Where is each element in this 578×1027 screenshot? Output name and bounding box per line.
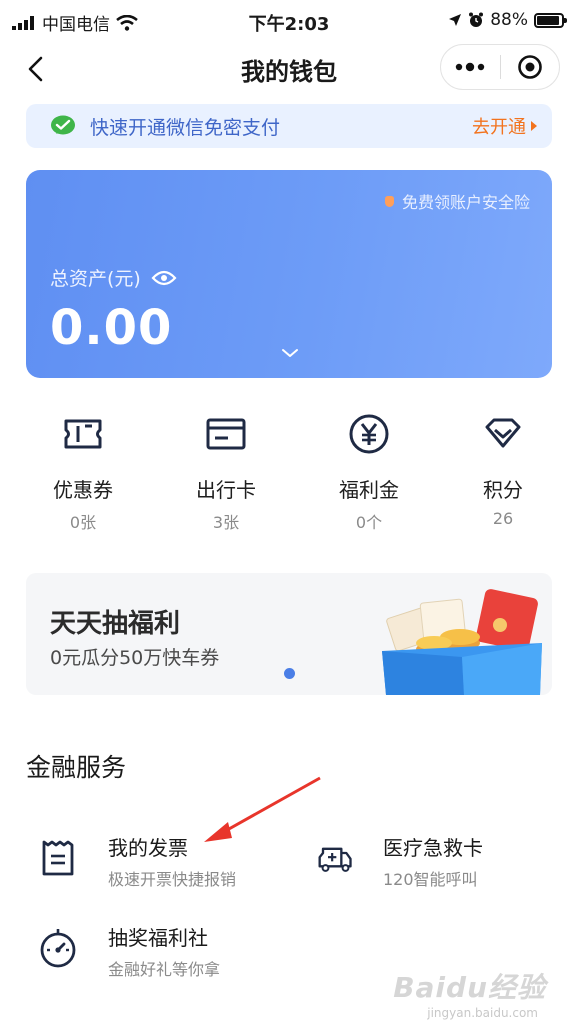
- watermark-logo: Baidu经验: [393, 971, 546, 1004]
- travel-card-icon: [206, 418, 246, 450]
- quick-item-points[interactable]: 积分 26: [443, 412, 563, 528]
- service-desc: 极速开票快捷报销: [108, 870, 237, 889]
- carousel-indicator: [284, 668, 295, 679]
- service-desc: 120智能呼叫: [383, 870, 478, 889]
- status-right: 88%: [448, 10, 567, 30]
- asset-card: 免费领账户安全险 总资产(元) 0.00: [26, 170, 552, 378]
- eye-icon[interactable]: [151, 269, 177, 287]
- lottery-dial-icon: [40, 929, 76, 968]
- insurance-text: 免费领账户安全险: [401, 193, 530, 212]
- quick-sub: 0张: [69, 513, 97, 532]
- battery-icon: [534, 12, 567, 28]
- service-name: 我的发票: [108, 836, 188, 860]
- promo-subtitle: 0元瓜分50万快车券: [50, 647, 220, 669]
- total-assets-label: 总资产(元): [50, 268, 141, 290]
- quick-item-welfare[interactable]: 福利金 0个: [309, 412, 429, 533]
- location-icon: [449, 14, 462, 26]
- quick-sub: 3张: [212, 513, 240, 532]
- service-invoice[interactable]: 我的发票 极速开票快捷报销: [38, 832, 298, 902]
- total-assets-value: 0.00: [50, 300, 173, 356]
- service-name: 医疗急救卡: [383, 836, 483, 860]
- chevron-down-icon[interactable]: [280, 346, 300, 360]
- wechat-pay-banner[interactable]: 快速开通微信免密支付 去开通: [26, 104, 552, 148]
- quick-entries: 优惠券 0张 出行卡 3张 福利金 0个 积分 26: [0, 412, 578, 542]
- service-emergency-card[interactable]: 医疗急救卡 120智能呼叫: [313, 832, 573, 902]
- banner-text: 快速开通微信免密支付: [90, 116, 281, 139]
- invoice-icon: [42, 840, 74, 876]
- more-icon: [456, 62, 485, 72]
- more-button[interactable]: [441, 45, 500, 89]
- quick-item-coupon[interactable]: 优惠券 0张: [23, 412, 143, 533]
- close-miniprogram-icon: [517, 55, 542, 79]
- service-desc: 金融好礼等你拿: [108, 960, 221, 979]
- status-bar: 中国电信 下午2:03 88%: [0, 0, 578, 42]
- miniprogram-capsule: [440, 44, 560, 90]
- quick-label: 福利金: [339, 478, 399, 502]
- ambulance-icon: [318, 847, 352, 872]
- quick-sub: 0个: [355, 513, 383, 532]
- banner-action-label: 去开通: [472, 117, 526, 138]
- promo-banner[interactable]: 天天抽福利 0元瓜分50万快车券: [26, 573, 552, 695]
- watermark-url: jingyan.baidu.com: [427, 1006, 538, 1020]
- points-icon: [485, 418, 521, 448]
- quick-label: 出行卡: [196, 478, 256, 502]
- alarm-icon: [469, 12, 484, 27]
- wechat-pay-icon: [51, 115, 75, 135]
- yuan-icon: [349, 414, 389, 454]
- service-name: 抽奖福利社: [108, 926, 208, 950]
- quick-item-travel-card[interactable]: 出行卡 3张: [166, 412, 286, 533]
- insurance-link[interactable]: 免费领账户安全险: [384, 189, 530, 213]
- coupon-icon: [64, 419, 102, 449]
- shield-icon: [384, 195, 394, 207]
- finance-section-title: 金融服务: [26, 753, 127, 782]
- gift-box-coupons-icon: [382, 589, 542, 695]
- banner-action-link[interactable]: 去开通: [472, 113, 538, 139]
- quick-sub: 26: [492, 509, 514, 528]
- caret-right-icon: [531, 121, 537, 131]
- battery-percent: 88%: [490, 10, 528, 30]
- quick-label: 积分: [483, 478, 523, 502]
- promo-title: 天天抽福利: [50, 609, 181, 639]
- total-assets-label-row: 总资产(元): [50, 264, 177, 291]
- close-miniprogram-button[interactable]: [501, 45, 560, 89]
- nav-bar: 我的钱包: [0, 42, 578, 96]
- service-lottery[interactable]: 抽奖福利社 金融好礼等你拿: [38, 922, 298, 992]
- quick-label: 优惠券: [53, 478, 113, 502]
